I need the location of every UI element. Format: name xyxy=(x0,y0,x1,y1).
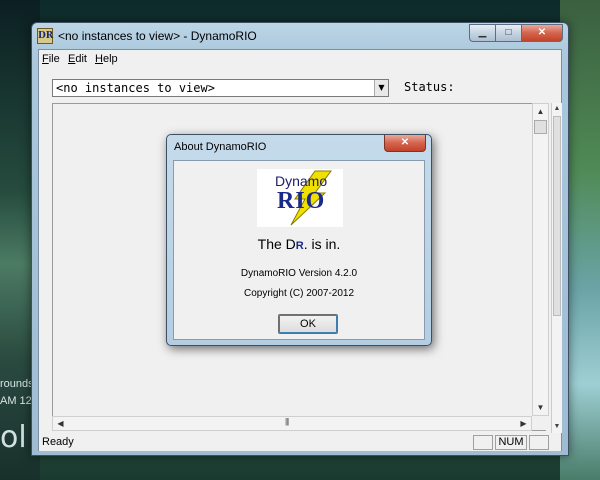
about-dialog: About DynamoRIO ✕ Dynamo RIO The DR. is … xyxy=(166,134,432,346)
maximize-icon: □ xyxy=(505,27,512,38)
close-button[interactable]: ✕ xyxy=(521,24,563,42)
vertical-scrollbar[interactable]: ▲ ▼ xyxy=(532,103,549,416)
tagline-part-1: The D xyxy=(257,236,296,252)
minimize-icon: ▁ xyxy=(478,27,487,38)
tagline-part-2: . is in. xyxy=(303,236,341,252)
instances-combobox-value: <no instances to view> xyxy=(56,81,215,95)
window-scroll-down-arrow-icon[interactable]: ▼ xyxy=(552,421,562,433)
window-vertical-scroll-thumb[interactable] xyxy=(553,116,561,316)
scroll-up-arrow-icon[interactable]: ▲ xyxy=(533,104,548,119)
horizontal-scroll-grip-icon[interactable]: ||| xyxy=(285,417,289,426)
logo-text-dynamo: Dynamo xyxy=(275,173,328,189)
desktop-gadget-large-text: ol xyxy=(0,420,27,455)
status-num: NUM xyxy=(495,435,527,450)
menu-help[interactable]: Help xyxy=(95,53,118,65)
menu-edit[interactable]: Edit xyxy=(68,53,87,65)
caption-buttons: ▁ □ ✕ xyxy=(469,24,563,42)
window-scroll-up-arrow-icon[interactable]: ▲ xyxy=(552,103,562,115)
app-icon[interactable]: DR xyxy=(37,28,53,44)
combobox-dropdown-arrow-icon[interactable]: ▼ xyxy=(374,80,388,96)
close-icon: ✕ xyxy=(537,27,547,38)
logo-text-rio: RIO xyxy=(277,188,326,214)
desktop-gadget-text: rounds xyxy=(0,378,34,390)
dynamorio-logo: Dynamo RIO xyxy=(257,169,343,227)
ok-button[interactable]: OK xyxy=(278,314,338,334)
scroll-left-arrow-icon[interactable]: ◀ xyxy=(53,417,68,430)
copyright-text: Copyright (C) 2007-2012 xyxy=(243,288,355,299)
window-title: <no instances to view> - DynamoRIO xyxy=(58,29,257,43)
about-dialog-body: Dynamo RIO The DR. is in. DynamoRIO Vers… xyxy=(173,160,425,340)
version-text: DynamoRIO Version 4.2.0 xyxy=(240,268,358,279)
tagline-part-r: R xyxy=(295,240,304,252)
horizontal-scrollbar[interactable]: ◀ ||| ▶ xyxy=(52,416,532,431)
maximize-button[interactable]: □ xyxy=(495,24,521,42)
about-tagline: The DR. is in. xyxy=(174,236,424,252)
about-dialog-close-button[interactable]: ✕ xyxy=(384,135,426,152)
status-label: Status: xyxy=(404,80,455,94)
about-dialog-title: About DynamoRIO xyxy=(174,141,267,153)
menu-file[interactable]: File xyxy=(42,53,60,65)
menu-bar: File Edit Help xyxy=(39,50,561,69)
close-icon: ✕ xyxy=(400,137,410,148)
window-vertical-scrollbar[interactable]: ▲ ▼ xyxy=(551,103,562,433)
scroll-right-arrow-icon[interactable]: ▶ xyxy=(516,417,531,430)
scroll-down-arrow-icon[interactable]: ▼ xyxy=(533,400,548,415)
instances-combobox[interactable]: <no instances to view> ▼ xyxy=(52,79,389,97)
status-pane-empty xyxy=(473,435,493,450)
status-bar: Ready NUM xyxy=(39,433,561,451)
status-pane-empty-2 xyxy=(529,435,549,450)
status-text: Ready xyxy=(42,436,74,448)
title-bar[interactable]: DR <no instances to view> - DynamoRIO ▁ … xyxy=(32,23,568,49)
minimize-button[interactable]: ▁ xyxy=(469,24,495,42)
vertical-scroll-thumb[interactable] xyxy=(534,120,547,134)
